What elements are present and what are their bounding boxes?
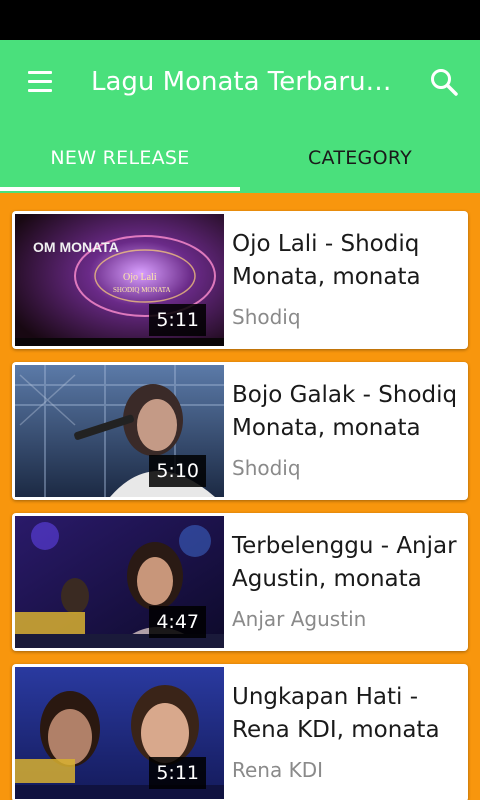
video-title: Terbelenggu - Anjar Agustin, monata xyxy=(232,533,457,592)
duration-badge: 5:11 xyxy=(149,757,206,789)
thumb-song-text: Ojo Lali xyxy=(123,272,157,283)
tab-category[interactable]: CATEGORY xyxy=(240,136,480,193)
app-title: Lagu Monata Terbaru… xyxy=(91,67,392,97)
video-thumbnail: 5:11 xyxy=(15,667,224,799)
video-channel: Anjar Agustin xyxy=(232,607,367,631)
search-icon xyxy=(431,69,458,96)
tab-new-release[interactable]: NEW RELEASE xyxy=(0,136,240,193)
search-button[interactable] xyxy=(424,62,464,102)
video-card[interactable]: 5:11 Ungkapan Hati - Rena KDI, monata Re… xyxy=(12,664,468,800)
tab-bar: NEW RELEASE CATEGORY xyxy=(0,136,480,193)
video-card[interactable]: OM MONATA Ojo Lali SHODIQ MONATA 5:11 Oj… xyxy=(12,211,468,349)
video-channel: Rena KDI xyxy=(232,758,324,782)
video-channel: Shodiq xyxy=(232,456,301,480)
video-thumbnail: 4:47 xyxy=(15,516,224,648)
app-bar: Lagu Monata Terbaru… NEW RELEASE CATEGOR… xyxy=(0,40,480,193)
video-thumbnail: 5:10 xyxy=(15,365,224,497)
video-channel: Shodiq xyxy=(232,305,301,329)
duration-badge: 5:10 xyxy=(149,455,206,487)
video-list[interactable]: OM MONATA Ojo Lali SHODIQ MONATA 5:11 Oj… xyxy=(0,193,480,800)
video-title: Ojo Lali - Shodiq Monata, monata xyxy=(232,231,421,290)
video-title: Ungkapan Hati - Rena KDI, monata xyxy=(232,684,440,743)
tab-indicator xyxy=(0,187,240,191)
video-card[interactable]: 5:10 Bojo Galak - Shodiq Monata, monata … xyxy=(12,362,468,500)
duration-badge: 4:47 xyxy=(149,606,206,638)
duration-badge: 5:11 xyxy=(149,304,206,336)
thumb-artist-text: SHODIQ MONATA xyxy=(113,286,171,294)
thumb-brand-text: OM MONATA xyxy=(33,239,119,255)
status-bar xyxy=(0,0,480,40)
video-thumbnail: OM MONATA Ojo Lali SHODIQ MONATA 5:11 xyxy=(15,214,224,346)
video-title: Bojo Galak - Shodiq Monata, monata xyxy=(232,382,458,441)
menu-button[interactable] xyxy=(22,68,58,96)
video-card[interactable]: 4:47 Terbelenggu - Anjar Agustin, monata… xyxy=(12,513,468,651)
